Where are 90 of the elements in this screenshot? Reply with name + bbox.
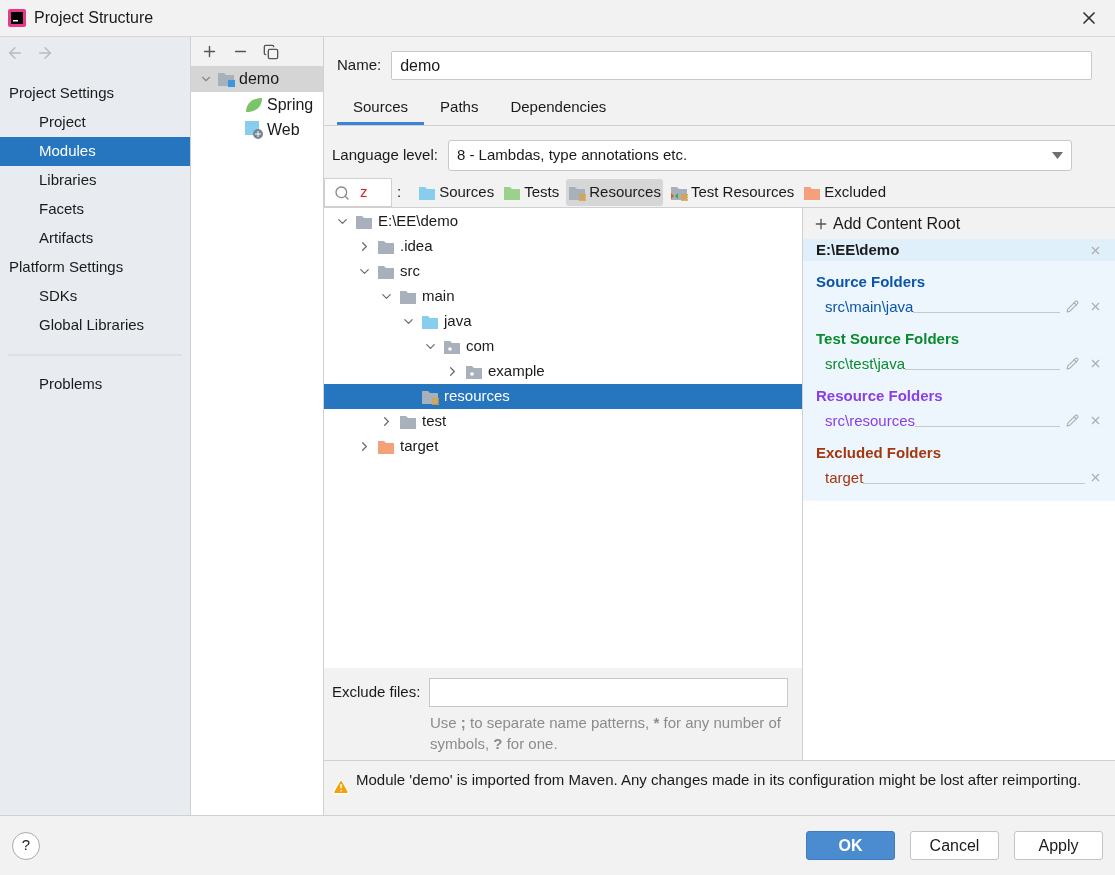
folder-icon [399, 413, 417, 430]
tree-item[interactable]: target [324, 434, 802, 459]
tree-item[interactable]: src [324, 259, 802, 284]
tree-item-label: src [400, 261, 420, 282]
leaf-icon [245, 96, 263, 113]
folder-icon [399, 288, 417, 305]
sidebar-item[interactable]: Libraries [0, 166, 190, 195]
sidebar-item[interactable]: Artifacts [0, 224, 190, 253]
package-icon [465, 363, 483, 380]
package-icon [443, 338, 461, 355]
tree-item-label: resources [444, 386, 510, 407]
folder-path: src\test\java [824, 353, 906, 374]
dialog-button[interactable]: OK [806, 831, 895, 860]
mark-as-label: : [397, 182, 402, 203]
folder-icon [355, 213, 373, 230]
folder-group-title: Test Source Folders [815, 329, 961, 349]
tree-item[interactable]: example [324, 359, 802, 384]
web-icon [245, 120, 263, 139]
folder-group-title: Resource Folders [815, 386, 944, 406]
facet-item[interactable]: Spring [191, 92, 323, 117]
test-resource-folder-icon [669, 184, 688, 201]
window-title: Project Structure [34, 8, 154, 28]
sidebar-item[interactable]: Facets [0, 195, 190, 224]
tree-item[interactable]: com [324, 334, 802, 359]
warning-message: Module 'demo' is imported from Maven. Any changes made in its configuration might be lost after reimporting. [356, 770, 1082, 790]
tree-item-label: test [422, 411, 447, 432]
test-folder-icon [503, 184, 522, 201]
tree-item[interactable]: .idea [324, 234, 802, 259]
app-logo-icon [8, 9, 26, 27]
folder-path: src\main\java [824, 296, 914, 317]
excluded-folder-icon [803, 184, 822, 201]
resource-folder-icon [421, 388, 439, 405]
mark-as-button[interactable]: Sources [416, 179, 497, 206]
mark-as-button[interactable]: Resources [566, 179, 663, 206]
sidebar-heading: Project Settings [8, 83, 116, 104]
language-level-dropdown[interactable]: 8 - Lambdas, type annotations etc. [447, 140, 1072, 171]
search-icon [334, 184, 350, 201]
content-root-path: E:\EE\demo [816, 239, 901, 260]
field-label: Name: [337, 55, 382, 76]
exclude-files-field[interactable] [429, 678, 789, 707]
module-item[interactable]: demo [191, 66, 323, 92]
excluded-folder-icon [377, 438, 395, 455]
folder-group-title: Source Folders [815, 272, 927, 292]
tree-item-label: E:\EE\demo [378, 211, 459, 232]
warning-icon [332, 778, 350, 796]
add-content-root-button[interactable]: Add Content Root [803, 208, 1115, 239]
tree-item[interactable]: resources [324, 384, 802, 409]
hint-text: Use ; to separate name patterns, * for any number of symbols, ? for one. [430, 713, 783, 754]
folder-icon [377, 263, 395, 280]
tree-item[interactable]: test [324, 409, 802, 434]
folder-group-title: Excluded Folders [815, 443, 943, 463]
dialog-button[interactable]: Cancel [910, 831, 999, 860]
mark-as-button[interactable]: Tests [501, 179, 562, 206]
sidebar-item[interactable]: SDKs [0, 282, 190, 311]
copy-icon[interactable] [263, 43, 279, 60]
tab[interactable]: Dependencies [494, 92, 623, 125]
tree-item[interactable]: java [324, 309, 802, 334]
sidebar-item[interactable]: Problems [0, 370, 190, 399]
facet-item[interactable]: Web [191, 117, 323, 142]
field-label: Exclude files: [332, 682, 421, 703]
tree-item-label: java [444, 311, 472, 332]
add-icon[interactable] [201, 43, 218, 60]
folder-path: target [824, 467, 864, 488]
source-folder-icon [421, 313, 439, 330]
tab[interactable]: Paths [424, 92, 495, 125]
tab[interactable]: Sources [337, 92, 425, 125]
sidebar-item[interactable]: Modules [0, 137, 190, 166]
tree-item[interactable]: E:\EE\demo [324, 209, 802, 234]
field-label: Language level: [332, 145, 438, 166]
folder-icon [377, 238, 395, 255]
tree-item-label: target [400, 436, 439, 457]
help-button[interactable]: ? [12, 831, 40, 860]
folder-path: src\resources [824, 410, 916, 431]
tree-item-label: main [422, 286, 455, 307]
mark-as-button[interactable]: Test Resources [667, 179, 797, 206]
dropdown-arrow-icon [1051, 152, 1063, 159]
source-folder-icon [418, 184, 437, 201]
mark-as-button[interactable]: Excluded [801, 179, 888, 206]
tree-item-label: .idea [400, 236, 433, 257]
module-icon [217, 71, 235, 87]
name-field[interactable]: demo [391, 51, 1092, 80]
sidebar-item[interactable]: Global Libraries [0, 311, 190, 340]
dialog-button[interactable]: Apply [1014, 831, 1103, 860]
tree-item-label: com [466, 336, 495, 357]
search-field[interactable]: z [324, 178, 392, 207]
sidebar-heading: Platform Settings [8, 257, 125, 278]
tree-item[interactable]: main [324, 284, 802, 309]
tree-item-label: example [488, 361, 545, 382]
sidebar-item[interactable]: Project [0, 108, 190, 137]
resource-folder-icon [568, 184, 587, 201]
